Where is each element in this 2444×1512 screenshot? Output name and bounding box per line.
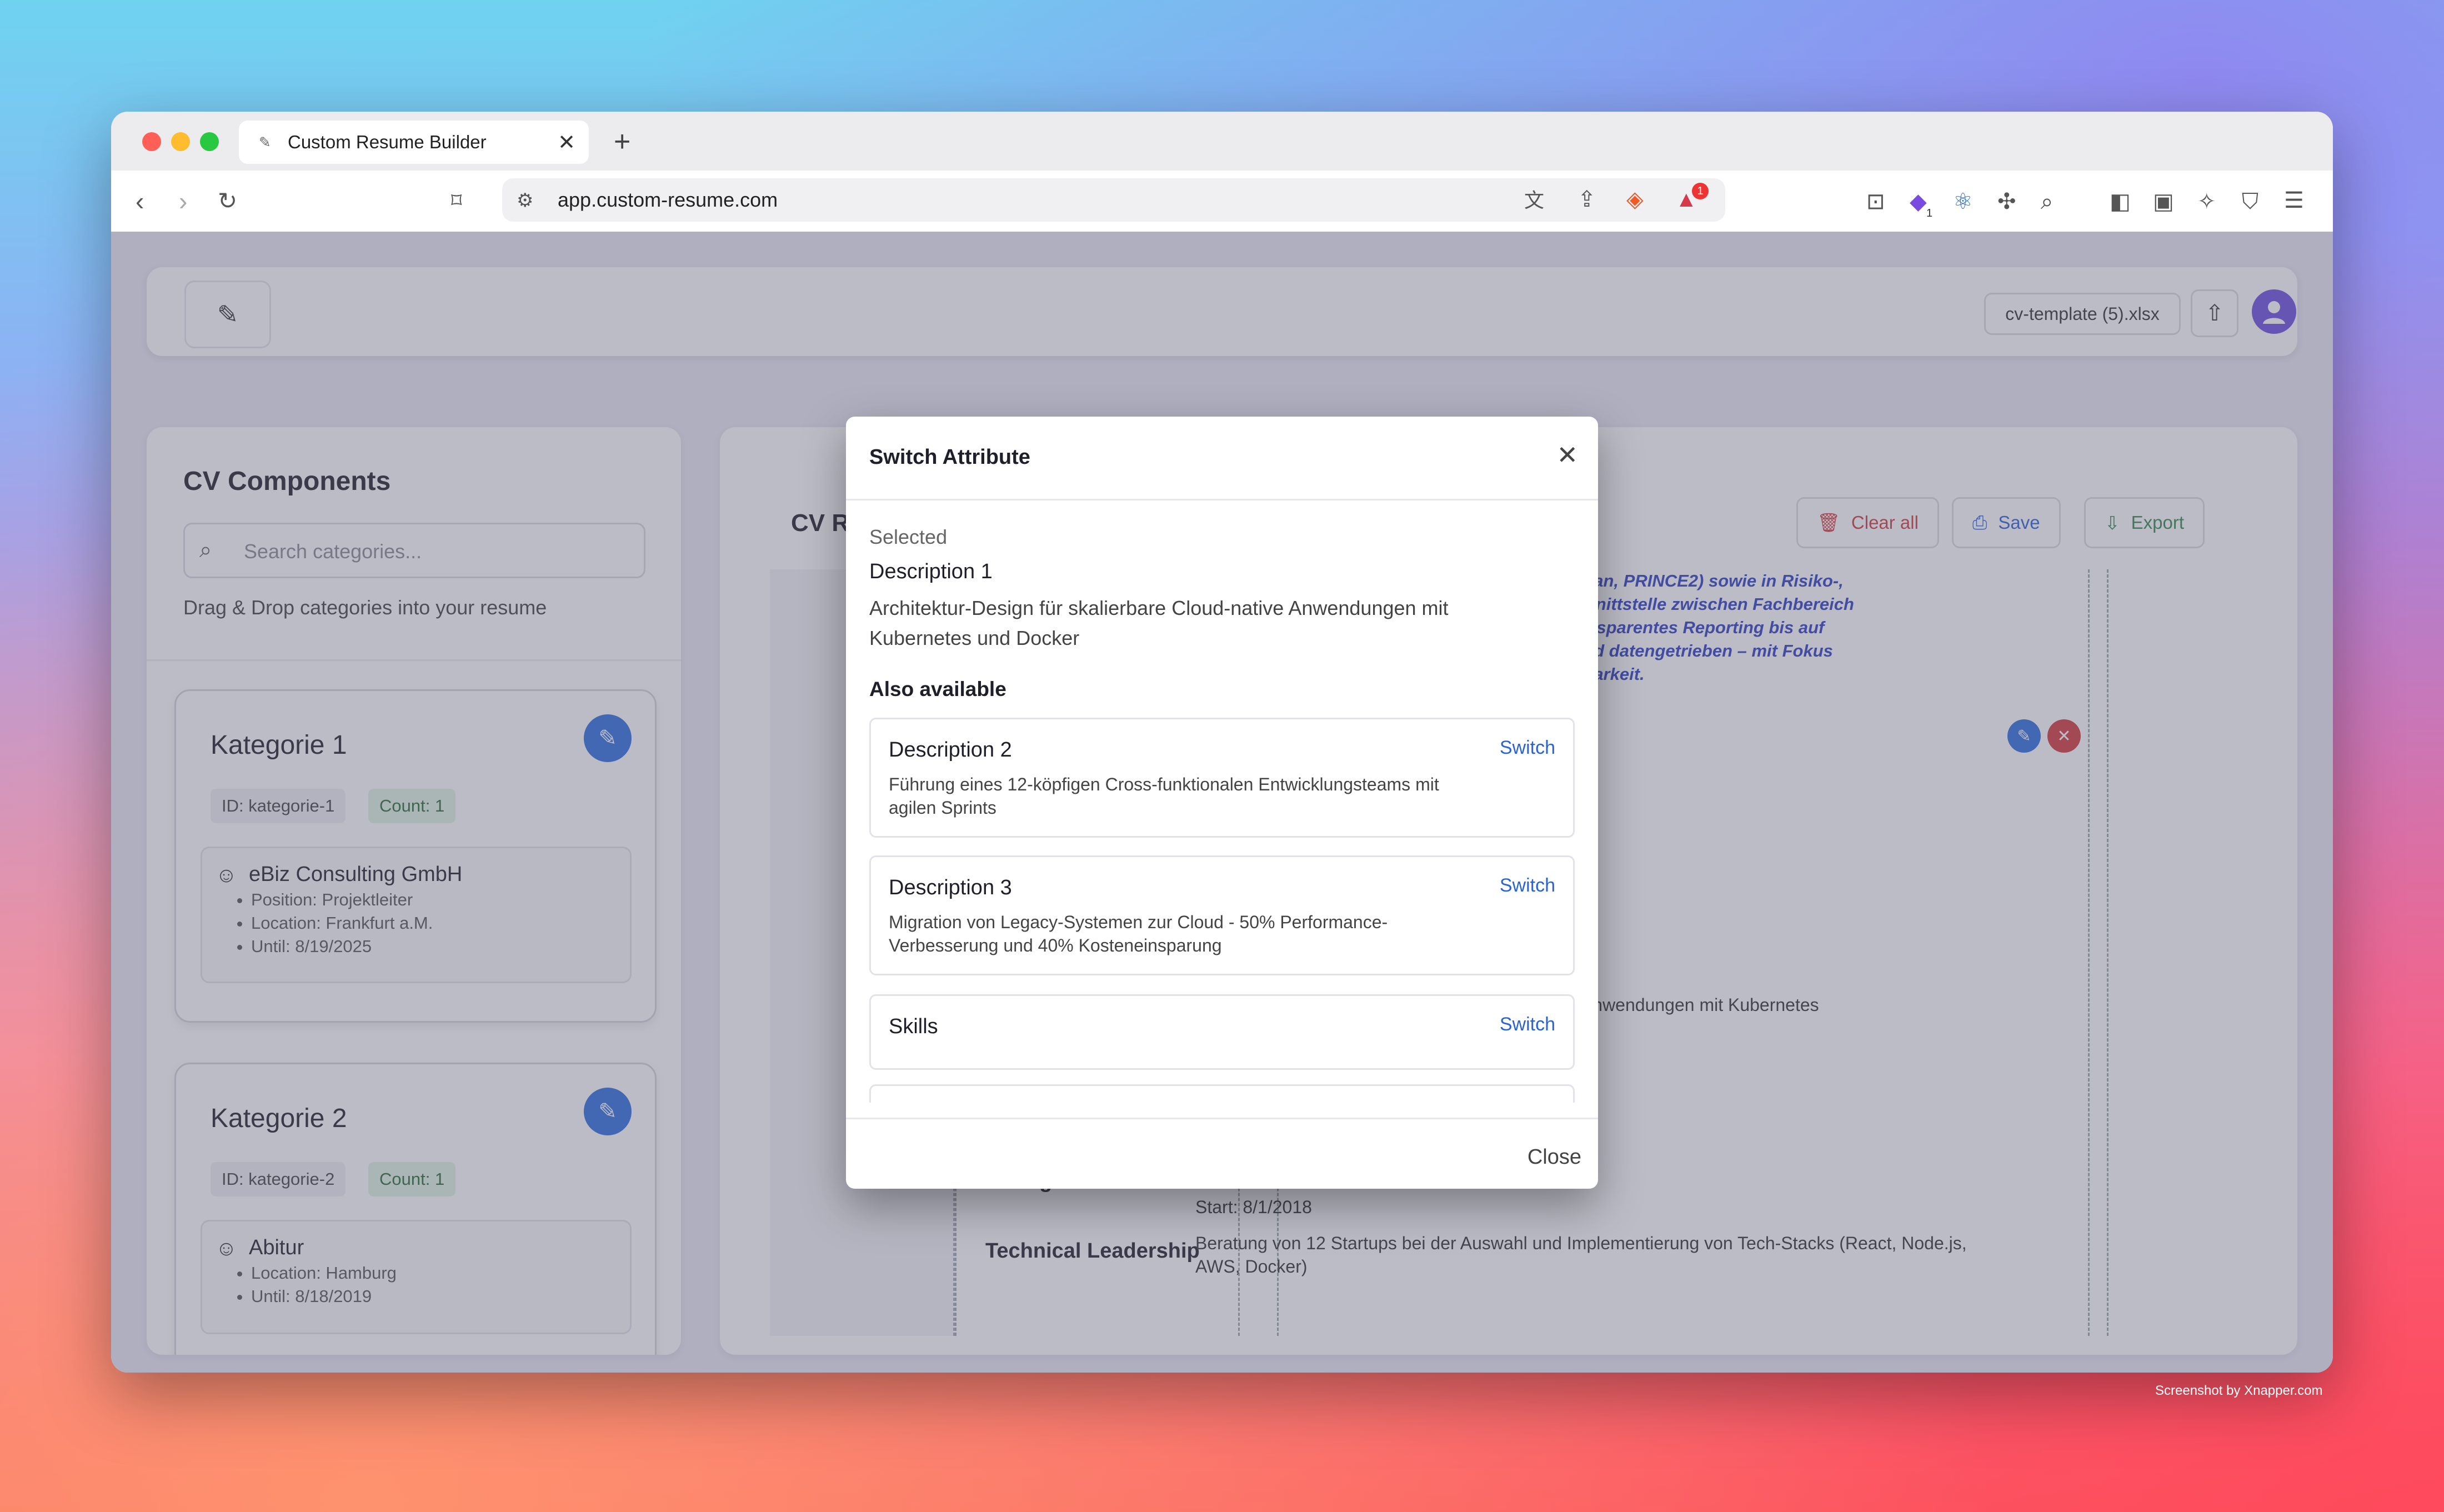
switch-button[interactable]: Switch [1500,875,1555,897]
extensions-icon[interactable]: ✣ [1997,189,2016,214]
menu-icon[interactable]: ☰ [2284,188,2304,213]
minimize-window-button[interactable] [171,132,190,151]
tab-active[interactable]: ✎ Custom Resume Builder ✕ [239,121,589,164]
bookmark-icon[interactable]: ⌑ [451,187,462,215]
leo-ai-icon[interactable]: ✧ [2197,189,2216,214]
browser-toolbar: ‹ › ↻ ⌑ ⚙ app.custom-resume.com 文 ⇪ ◈ ▲ … [111,171,2333,233]
favicon-icon: ✎ [259,134,271,151]
dialog-title: Switch Attribute [869,445,1030,469]
extension-badge: 1 [1926,207,1933,219]
sidebar-icon[interactable]: ◧ [2110,189,2131,214]
attribute-option-partial[interactable] [869,1084,1575,1103]
extension-gem-icon[interactable]: ◆ [1910,189,1927,214]
switch-button[interactable]: Switch [1500,737,1555,759]
switch-attribute-dialog: Switch Attribute ✕ Selected Description … [846,417,1598,1189]
attribute-option[interactable]: Skills Switch [869,994,1575,1070]
wallet-icon[interactable]: ▣ [2153,189,2174,214]
close-button[interactable]: Close [1528,1145,1581,1169]
new-tab-button[interactable]: + [614,126,630,157]
back-icon[interactable]: ‹ [136,187,144,215]
option-text: Migration von Legacy-Systemen zur Cloud … [889,912,1388,955]
vpn-shield-icon[interactable]: ⛉ [2242,189,2258,214]
option-name: Description 2 [889,738,1012,762]
close-icon[interactable]: ✕ [1556,441,1578,469]
forward-icon[interactable]: › [179,187,187,215]
reload-icon[interactable]: ↻ [218,187,237,215]
selected-attribute-name: Description 1 [869,560,993,583]
tab-bar: ✎ Custom Resume Builder ✕ + [111,112,2333,171]
maximize-window-button[interactable] [200,132,219,151]
switch-button[interactable]: Switch [1500,1014,1555,1035]
attribute-option[interactable]: Description 3 Switch Migration von Legac… [869,855,1575,975]
close-window-button[interactable] [142,132,161,151]
close-tab-icon[interactable]: ✕ [558,130,575,155]
translate-icon[interactable]: 文 [1524,188,1544,213]
extension-react-icon[interactable]: ⚛ [1953,189,1973,214]
address-bar[interactable]: ⚙ app.custom-resume.com 文 ⇪ ◈ ▲ 1 [502,178,1725,222]
selected-attribute-text: Architektur-Design für skalierbare Cloud… [869,597,1449,649]
tab-title: Custom Resume Builder [288,132,487,152]
watermark: Screenshot by Xnapper.com [2155,1383,2323,1398]
extension-robot-icon[interactable]: ⊡ [1866,189,1885,214]
selected-label: Selected [869,525,948,548]
site-settings-icon[interactable]: ⚙ [517,188,533,213]
notification-badge: 1 [1692,183,1709,199]
divider [846,499,1598,500]
divider [846,1118,1598,1119]
extension-search-icon[interactable]: ⌕ [2041,189,2053,214]
option-name: Skills [889,1015,938,1038]
attribute-option[interactable]: Description 2 Switch Führung eines 12-kö… [869,718,1575,838]
brave-shield-icon[interactable]: ◈ [1626,187,1644,212]
option-name: Description 3 [889,876,1012,899]
share-icon[interactable]: ⇪ [1577,187,1596,212]
also-available-heading: Also available [869,678,1006,700]
url-text: app.custom-resume.com [558,188,778,211]
option-text: Führung eines 12-köpfigen Cross-funktion… [889,774,1439,818]
